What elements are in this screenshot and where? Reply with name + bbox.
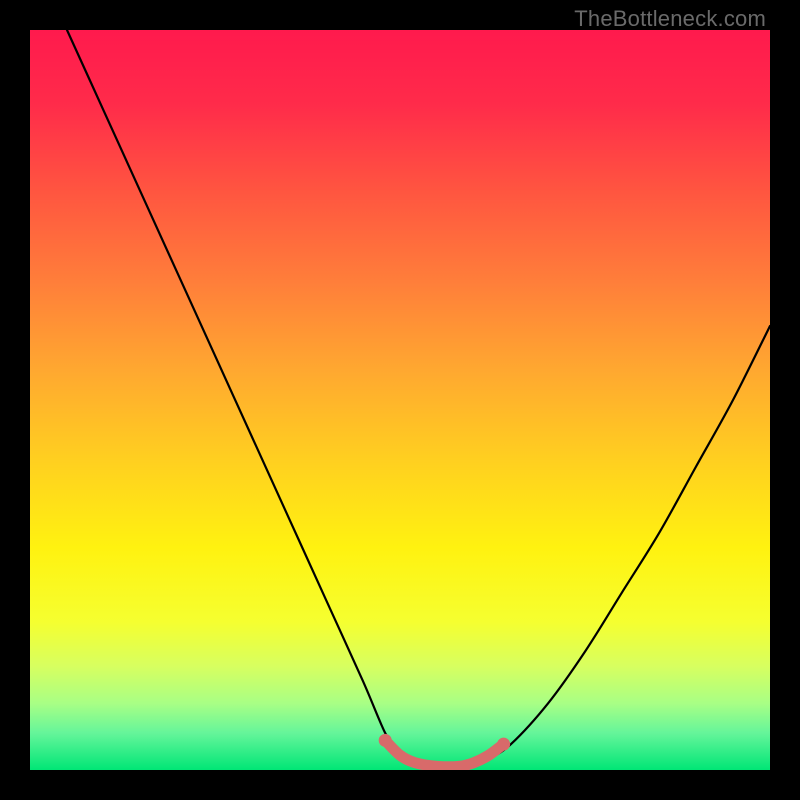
watermark-text: TheBottleneck.com: [574, 6, 766, 32]
main-curve-line: [67, 30, 770, 770]
trough-endpoint-dot: [379, 734, 392, 747]
plot-area: [30, 30, 770, 770]
chart-frame: TheBottleneck.com: [0, 0, 800, 800]
chart-curves: [30, 30, 770, 770]
trough-highlight-line: [385, 740, 503, 766]
trough-endpoint-dot: [497, 738, 510, 751]
